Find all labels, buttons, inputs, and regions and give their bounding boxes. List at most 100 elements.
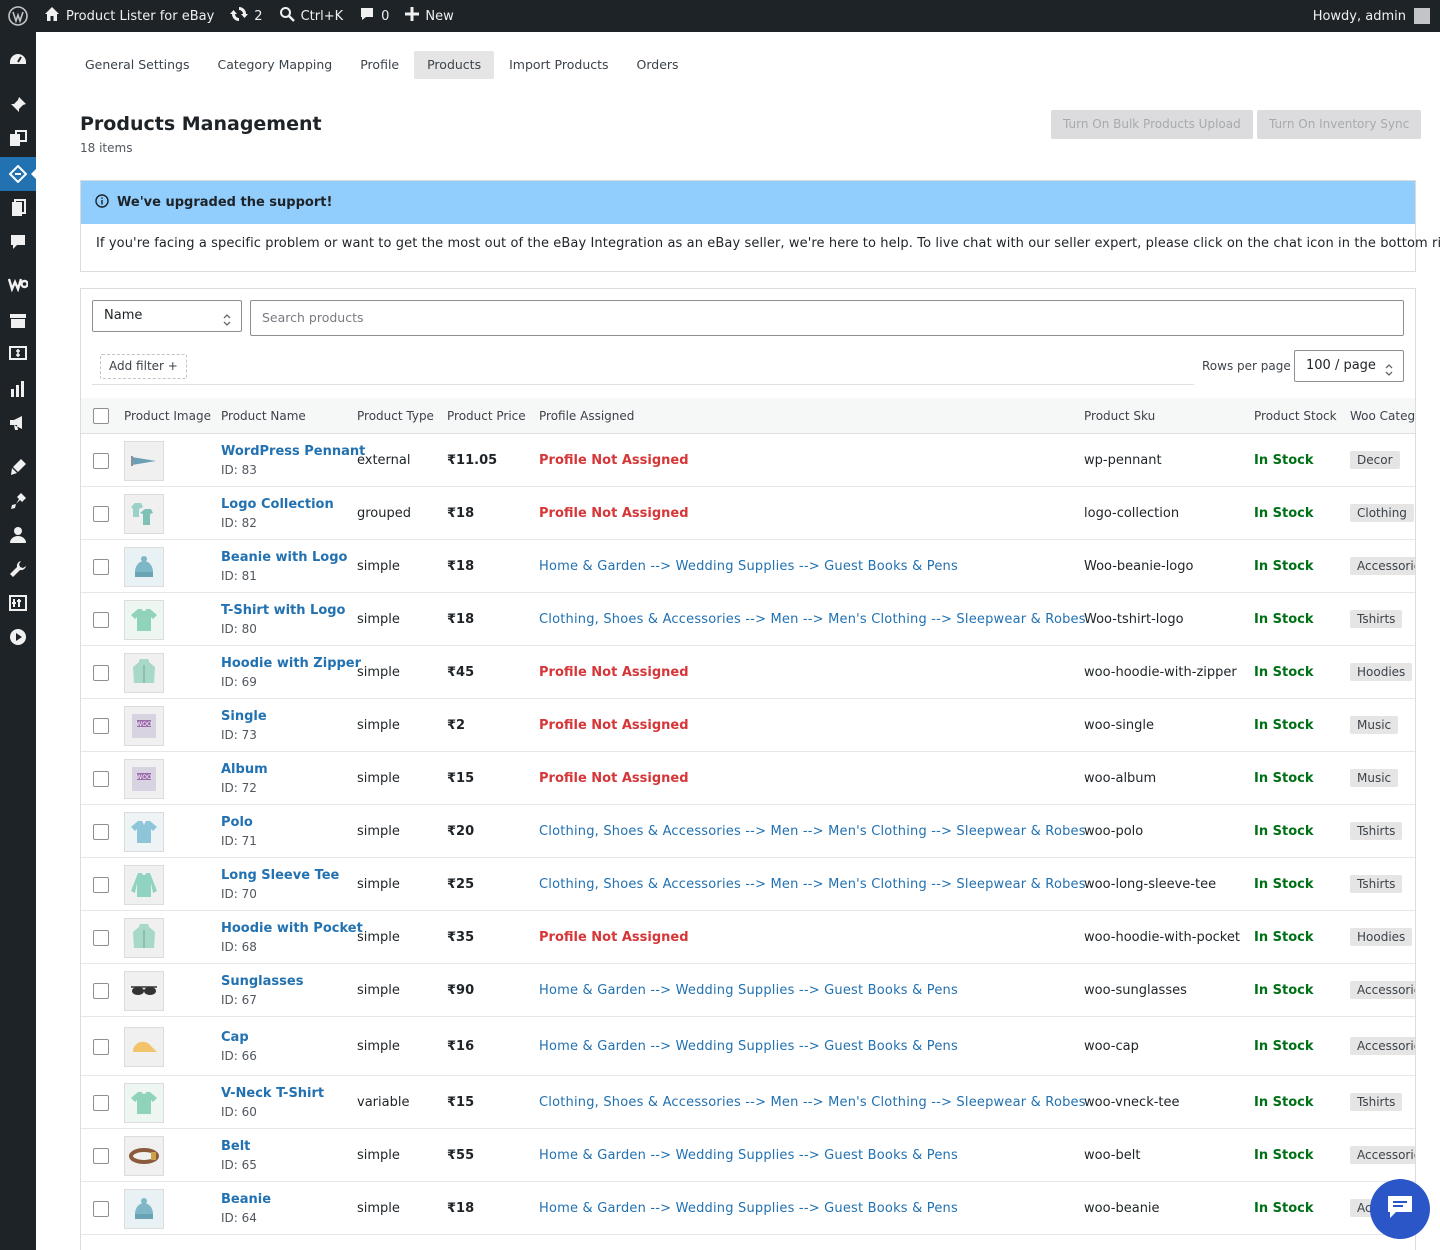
marketing-icon[interactable] (0, 406, 36, 440)
profile-assigned[interactable]: Clothing, Shoes & Accessories --> Men --… (539, 824, 1086, 839)
row-checkbox[interactable] (93, 930, 109, 946)
row-checkbox[interactable] (93, 1039, 109, 1055)
row-checkbox[interactable] (93, 1148, 109, 1164)
column-header[interactable]: Product Stock (1254, 398, 1337, 434)
column-header[interactable]: Product Sku (1084, 398, 1155, 434)
profile-assigned[interactable]: Home & Garden --> Wedding Supplies --> G… (539, 559, 958, 574)
tab-profile[interactable]: Profile (347, 51, 412, 79)
row-checkbox[interactable] (93, 665, 109, 681)
search-input[interactable]: Search products (250, 300, 1404, 336)
account-menu[interactable]: Howdy, admin (1305, 0, 1440, 32)
updates-link[interactable]: 2 (222, 0, 270, 32)
dashboard-icon[interactable] (0, 43, 36, 77)
tab-general-settings[interactable]: General Settings (72, 51, 203, 79)
product-name-link[interactable]: Polo (221, 815, 253, 830)
column-header[interactable]: Product Image (124, 398, 211, 434)
plugins-icon[interactable] (0, 484, 36, 518)
select-all-checkbox[interactable] (93, 408, 109, 424)
profile-assigned[interactable]: Clothing, Shoes & Accessories --> Men --… (539, 1095, 1086, 1110)
comments-link[interactable]: 0 (351, 0, 397, 32)
ebay-plugin-icon[interactable] (0, 157, 37, 191)
users-icon[interactable] (0, 518, 36, 552)
profile-assigned[interactable]: Home & Garden --> Wedding Supplies --> G… (539, 1148, 958, 1163)
product-name-link[interactable]: WordPress Pennant (221, 444, 365, 459)
table-row[interactable]: T-Shirt with Logo ID: 80 simple ₹18 Clothing… (81, 593, 1415, 646)
table-row[interactable]: V-Neck T-Shirt ID: 60 variable ₹15 Clothing,… (81, 1076, 1415, 1129)
table-row[interactable]: WordPress Pennant ID: 83 external ₹11.05 Pro… (81, 434, 1415, 487)
row-checkbox[interactable] (93, 718, 109, 734)
row-checkbox[interactable] (93, 1095, 109, 1111)
row-checkbox[interactable] (93, 1201, 109, 1217)
product-name-link[interactable]: Hoodie with Pocket (221, 921, 363, 936)
site-name-link[interactable]: Product Lister for eBay (36, 0, 222, 32)
product-name-link[interactable]: Beanie with Logo (221, 550, 347, 565)
row-checkbox[interactable] (93, 877, 109, 893)
table-row[interactable]: Hoodie with Pocket ID: 68 simple ₹35 Profile… (81, 911, 1415, 964)
command-search[interactable]: Ctrl+K (271, 0, 352, 32)
row-checkbox[interactable] (93, 824, 109, 840)
table-row[interactable]: Hoodie with Zipper ID: 69 simple ₹45 Profile… (81, 646, 1415, 699)
new-content-link[interactable]: New (397, 0, 461, 32)
profile-assigned[interactable]: Home & Garden --> Wedding Supplies --> G… (539, 983, 958, 998)
row-checkbox[interactable] (93, 453, 109, 469)
table-row[interactable]: Beanie ID: 64 simple ₹18 Home & Garden --> W… (81, 1182, 1415, 1235)
product-name-link[interactable]: T-Shirt with Logo (221, 603, 346, 618)
rows-per-page-select[interactable]: 100 / page (1294, 350, 1404, 382)
tools-icon[interactable] (0, 552, 36, 586)
product-name-link[interactable]: V-Neck T-Shirt (221, 1086, 324, 1101)
table-row[interactable]: Long Sleeve Tee ID: 70 simple ₹25 Clothing, … (81, 858, 1415, 911)
pin-icon[interactable] (0, 88, 36, 122)
analytics-icon[interactable] (0, 372, 36, 406)
product-name-link[interactable]: Beanie (221, 1192, 271, 1207)
product-name-link[interactable]: Hoodie with Zipper (221, 656, 361, 671)
search-field-select[interactable]: Name (92, 300, 242, 332)
table-row[interactable]: Cap ID: 66 simple ₹16 Home & Garden --> Wedd… (81, 1017, 1415, 1076)
row-checkbox[interactable] (93, 983, 109, 999)
product-name-link[interactable]: Long Sleeve Tee (221, 868, 339, 883)
tab-import-products[interactable]: Import Products (496, 51, 621, 79)
wordpress-logo-icon[interactable] (0, 0, 36, 32)
profile-assigned[interactable]: Home & Garden --> Wedding Supplies --> G… (539, 1201, 958, 1216)
profile-assigned[interactable]: Clothing, Shoes & Accessories --> Men --… (539, 612, 1086, 627)
product-name-link[interactable]: Logo Collection (221, 497, 334, 512)
woocommerce-icon[interactable] (0, 267, 36, 301)
column-header[interactable]: Product Type (357, 398, 434, 434)
row-checkbox[interactable] (93, 612, 109, 628)
chat-button[interactable] (1370, 1179, 1430, 1239)
product-name-link[interactable]: Cap (221, 1030, 249, 1045)
pages-icon[interactable] (0, 191, 36, 225)
product-name-link[interactable]: Single (221, 709, 267, 724)
tab-orders[interactable]: Orders (624, 51, 692, 79)
column-header[interactable]: Product Name (221, 398, 306, 434)
inventory-sync-button[interactable]: Turn On Inventory Sync (1257, 110, 1422, 139)
tab-products[interactable]: Products (414, 51, 495, 79)
payments-icon[interactable] (0, 336, 36, 370)
product-name-link[interactable]: Belt (221, 1139, 250, 1154)
table-row[interactable]: WOO Album ID: 72 simple ₹15 Profile Not Assig… (81, 752, 1415, 805)
table-row[interactable]: Logo Collection ID: 82 grouped ₹18 Profile N… (81, 487, 1415, 540)
row-checkbox[interactable] (93, 771, 109, 787)
column-header[interactable]: Profile Assigned (539, 398, 634, 434)
table-row[interactable]: Beanie with Logo ID: 81 simple ₹18 Home & Ga… (81, 540, 1415, 593)
settings-icon[interactable] (0, 586, 36, 620)
table-row[interactable]: WOO Single ID: 73 simple ₹2 Profile Not Assig… (81, 699, 1415, 752)
product-name-link[interactable]: Album (221, 762, 268, 777)
product-name-link[interactable]: Sunglasses (221, 974, 303, 989)
column-header[interactable]: Product Price (447, 398, 526, 434)
profile-assigned[interactable]: Home & Garden --> Wedding Supplies --> G… (539, 1039, 958, 1054)
add-filter-button[interactable]: Add filter + (100, 354, 187, 379)
row-checkbox[interactable] (93, 559, 109, 575)
table-row[interactable]: Belt ID: 65 simple ₹55 Home & Garden --> Wed… (81, 1129, 1415, 1182)
appearance-icon[interactable] (0, 450, 36, 484)
profile-assigned[interactable]: Clothing, Shoes & Accessories --> Men --… (539, 877, 1086, 892)
comments-icon[interactable] (0, 225, 36, 259)
media-icon[interactable] (0, 122, 36, 156)
table-row[interactable]: Sunglasses ID: 67 simple ₹90 Home & Garden -… (81, 964, 1415, 1017)
bulk-upload-button[interactable]: Turn On Bulk Products Upload (1051, 110, 1253, 139)
row-checkbox[interactable] (93, 506, 109, 522)
column-header[interactable]: Woo Catego (1350, 398, 1415, 434)
play-icon[interactable] (0, 620, 36, 654)
table-row[interactable]: Polo ID: 71 simple ₹20 Clothing, Shoes & Acc… (81, 805, 1415, 858)
tab-category-mapping[interactable]: Category Mapping (205, 51, 346, 79)
products-icon[interactable] (0, 304, 36, 338)
